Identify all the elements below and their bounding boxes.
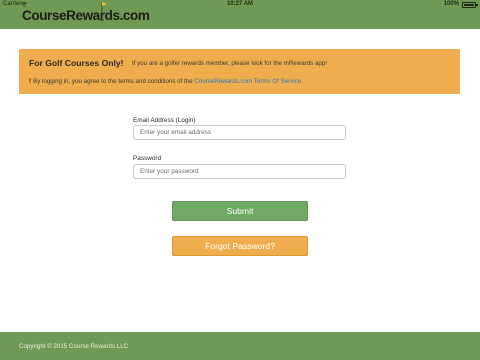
- notice-message: If you are a golfer rewards member, plea…: [132, 60, 327, 67]
- submit-button[interactable]: Submit: [172, 201, 308, 221]
- email-label: Email Address (Login): [133, 117, 196, 124]
- battery-percent: 100%: [443, 1, 459, 7]
- terms-text: By logging in, you agree to the terms an…: [33, 78, 193, 85]
- forgot-password-button[interactable]: Forgot Password?: [172, 236, 308, 256]
- footer-bar: Copyright © 2015 Course Rewards LLC: [0, 332, 480, 360]
- email-field[interactable]: [133, 125, 346, 140]
- notice-title: For Golf Courses Only!: [29, 58, 124, 68]
- golf-flag-icon: [100, 2, 107, 21]
- terms-of-service-link[interactable]: CourseRewards.com Terms Of Service.: [194, 78, 303, 85]
- golf-courses-notice: For Golf Courses Only! If you are a golf…: [19, 49, 460, 94]
- page: Carrier 10:27 AM 100% CourseRewards.com …: [0, 0, 480, 360]
- battery-icon: [462, 2, 478, 8]
- password-label: Password: [133, 155, 162, 162]
- exclamation-icon: !: [29, 78, 32, 85]
- terms-notice: ! By logging in, you agree to the terms a…: [29, 78, 303, 85]
- password-field[interactable]: [133, 164, 346, 179]
- logo[interactable]: CourseRewards.com: [22, 2, 150, 23]
- copyright-text: Copyright © 2015 Course Rewards LLC: [19, 343, 129, 350]
- header-bar: Carrier 10:27 AM 100% CourseRewards.com: [0, 0, 480, 29]
- logo-text: CourseRewards.com: [22, 7, 150, 23]
